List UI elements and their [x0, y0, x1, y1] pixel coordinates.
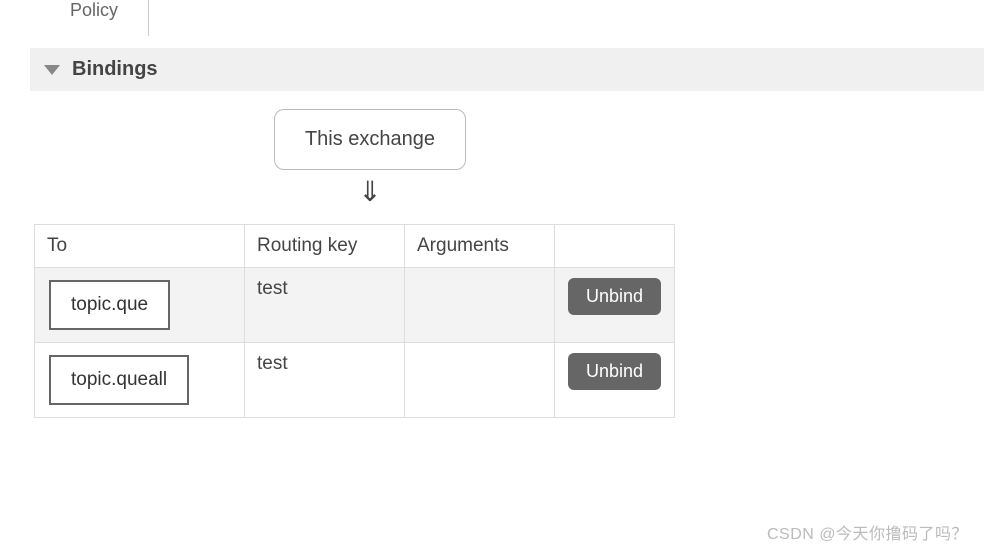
col-arguments: Arguments: [405, 225, 555, 268]
tab-policy-fragment: Policy: [70, 0, 118, 27]
table-row: topic.que test Unbind: [35, 268, 675, 343]
col-to: To: [35, 225, 245, 268]
col-routing-key: Routing key: [245, 225, 405, 268]
col-actions: [555, 225, 675, 268]
table-header-row: To Routing key Arguments: [35, 225, 675, 268]
queue-link[interactable]: topic.queall: [49, 355, 189, 405]
cell-routing-key: test: [245, 268, 405, 343]
table-body: topic.que test Unbind topic.queall test Unbin…: [35, 268, 675, 418]
arrow-down-icon: ⇓: [358, 178, 381, 206]
cell-routing-key: test: [245, 343, 405, 418]
tab-divider: [148, 0, 149, 36]
bindings-diagram: This exchange ⇓: [260, 109, 480, 206]
chevron-down-icon: [44, 65, 60, 75]
watermark: CSDN @今天你撸码了吗？: [767, 520, 968, 544]
cell-arguments: [405, 343, 555, 418]
cell-to: topic.queall: [35, 343, 245, 418]
cell-action: Unbind: [555, 343, 675, 418]
bindings-table: To Routing key Arguments topic.que test Un…: [34, 224, 675, 418]
exchange-box: This exchange: [274, 109, 466, 170]
unbind-button[interactable]: Unbind: [568, 353, 661, 390]
bindings-title: Bindings: [72, 58, 158, 81]
bindings-section: Bindings This exchange ⇓ To Routing key …: [30, 48, 984, 418]
unbind-button[interactable]: Unbind: [568, 278, 661, 315]
cell-action: Unbind: [555, 268, 675, 343]
cell-arguments: [405, 268, 555, 343]
cell-to: topic.que: [35, 268, 245, 343]
table-row: topic.queall test Unbind: [35, 343, 675, 418]
queue-link[interactable]: topic.que: [49, 280, 170, 330]
bindings-header[interactable]: Bindings: [30, 48, 984, 91]
